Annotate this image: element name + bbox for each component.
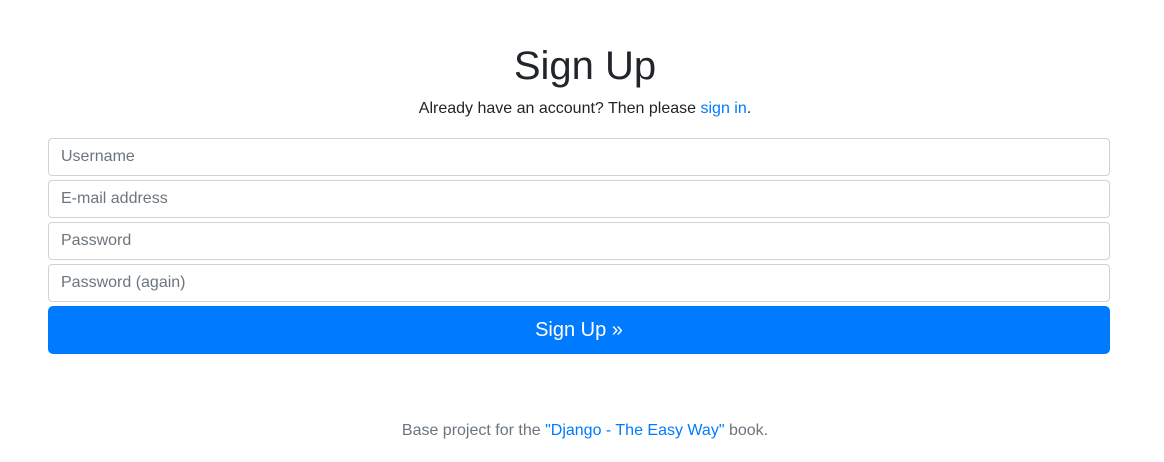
signin-prompt: Already have an account? Then please sig… — [0, 99, 1164, 119]
password-again-input[interactable] — [48, 264, 1110, 302]
book-link[interactable]: "Django - The Easy Way" — [545, 422, 724, 439]
footer-prefix: Base project for the — [401, 422, 546, 439]
sign-up-button[interactable]: Sign Up » — [48, 306, 1110, 354]
signin-prompt-prefix: Already have an account? Then please — [418, 100, 701, 117]
footer-suffix: book. — [724, 422, 769, 439]
password-input[interactable] — [48, 222, 1110, 260]
page-title: Sign Up — [513, 44, 657, 88]
signup-page: Sign Up Already have an account? Then pl… — [0, 0, 1164, 462]
signin-prompt-suffix: . — [746, 100, 752, 117]
email-input[interactable] — [48, 180, 1110, 218]
sign-in-link[interactable]: sign in — [700, 100, 746, 117]
footer-text: Base project for the "Django - The Easy … — [0, 421, 1164, 441]
username-input[interactable] — [48, 138, 1110, 176]
